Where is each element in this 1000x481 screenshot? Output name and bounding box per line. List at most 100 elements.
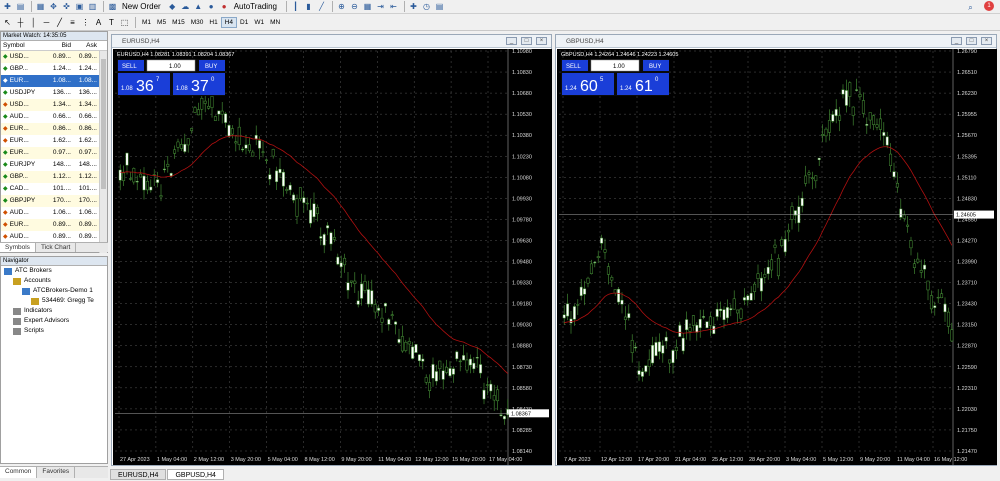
navigator-icon[interactable]: ✜ [61,1,72,12]
navigator-item[interactable]: Scripts [1,326,107,336]
market-icon[interactable]: ▲ [193,1,204,12]
market-watch-icon[interactable]: ▦ [35,1,46,12]
timeframe-h1[interactable]: H1 [206,17,220,28]
col-ask[interactable]: Ask [71,41,99,50]
market-watch-scrollbar[interactable] [99,51,107,253]
navigator-item[interactable]: ATC Brokers [1,266,107,276]
notification-badge[interactable]: 1 [984,1,994,11]
tile-windows-icon[interactable]: ▦ [362,1,373,12]
close-icon[interactable]: × [536,37,547,45]
fibonacci-icon[interactable]: ⋮ [80,17,91,28]
candle-body [868,112,872,121]
tab-tick-chart[interactable]: Tick Chart [36,243,77,252]
indicators-icon[interactable]: ✚ [408,1,419,12]
tab-gbpusd[interactable]: GBPUSD,H4 [167,469,224,480]
minimize-icon[interactable]: _ [506,37,517,45]
market-watch-row[interactable]: ◆ USD... 1.34... 1.34... [1,99,107,111]
timeframe-m5[interactable]: M5 [154,17,169,28]
col-symbol[interactable]: Symbol [1,41,45,50]
market-watch-row[interactable]: ◆ EURJPY 148.... 148.... [1,159,107,171]
market-watch-row[interactable]: ◆ USD... 0.89... 0.89... [1,51,107,63]
timeframe-mn[interactable]: MN [267,17,283,28]
navigator-item[interactable]: Accounts [1,276,107,286]
market-watch-row[interactable]: ◆ GBPJPY 170.... 170.... [1,195,107,207]
timeframe-m1[interactable]: M1 [139,17,154,28]
candle-body [950,329,954,342]
market-watch-row[interactable]: ◆ GBP... 1.12... 1.12... [1,171,107,183]
text-icon[interactable]: A [93,17,104,28]
market-watch-row[interactable]: ◆ AUD... 0.66... 0.66... [1,111,107,123]
periods-icon[interactable]: ◷ [421,1,432,12]
scrollbar-thumb[interactable] [101,59,106,189]
templates-icon[interactable]: ▤ [434,1,445,12]
tab-eurusd[interactable]: EURUSD,H4 [110,469,167,480]
autoscroll-icon[interactable]: ⇥ [375,1,386,12]
autotrading-icon[interactable]: ● [219,1,230,12]
zoom-out-icon[interactable]: ⊖ [349,1,360,12]
tab-favorites[interactable]: Favorites [37,467,76,478]
timeframe-d1[interactable]: D1 [237,17,251,28]
horizontal-line-icon[interactable]: ─ [41,17,52,28]
market-watch-row[interactable]: ◆ USDJPY 136.... 136.... [1,87,107,99]
channel-icon[interactable]: ≡ [67,17,78,28]
chart-window-gbpusd[interactable]: GBPUSD,H4 _ □ × 1.26790 1.26510 1.26230 1.259… [555,34,997,466]
signals-icon[interactable]: ☁ [180,1,191,12]
market-watch-row[interactable]: ◆ CAD... 101.... 101.... [1,183,107,195]
trendline-icon[interactable]: ╱ [54,17,65,28]
market-watch-row[interactable]: ◆ AUD... 0.89... 0.89... [1,231,107,242]
navigator-item[interactable]: ATCBrokers-Demo 1 [1,286,107,296]
cursor-icon[interactable]: ↖ [2,17,13,28]
new-chart-icon[interactable]: ✚ [2,1,13,12]
bar-chart-icon[interactable]: ┃ [290,1,301,12]
market-watch-row[interactable]: ◆ EUR... 0.97... 0.97... [1,147,107,159]
timeframe-h4[interactable]: H4 [220,16,237,28]
x-tick-label: 12 Apr 12:00 [601,457,632,463]
search-icon[interactable]: ⌕ [965,2,976,13]
navigator-item[interactable]: 534469: Gregg Te [1,296,107,306]
maximize-icon[interactable]: □ [521,37,532,45]
shapes-icon[interactable]: ⬚ [119,17,130,28]
market-watch-row[interactable]: ◆ EUR... 0.89... 0.89... [1,219,107,231]
close-icon[interactable]: × [981,37,992,45]
vps-icon[interactable]: ● [206,1,217,12]
navigator-item[interactable]: Indicators [1,306,107,316]
line-chart-icon[interactable]: ╱ [316,1,327,12]
data-window-icon[interactable]: ✥ [48,1,59,12]
chart-plot-gbpusd[interactable]: 1.26790 1.26510 1.26230 1.25955 1.25670 1.253… [557,49,997,465]
timeframe-m15[interactable]: M15 [169,17,188,28]
tester-icon[interactable]: ▥ [87,1,98,12]
new-order-icon[interactable]: ▩ [107,1,118,12]
symbol-name: AUD... [9,209,29,216]
crosshair-icon[interactable]: ┼ [15,17,26,28]
minimize-icon[interactable]: _ [951,37,962,45]
market-watch-row[interactable]: ◆ EUR... 0.86... 0.86... [1,123,107,135]
terminal-icon[interactable]: ▣ [74,1,85,12]
vertical-line-icon[interactable]: │ [28,17,39,28]
navigator-item[interactable]: Expert Advisors [1,316,107,326]
market-watch-row[interactable]: ◆ GBP... 1.24... 1.24... [1,63,107,75]
candlestick-icon[interactable]: ▮ [303,1,314,12]
zoom-in-icon[interactable]: ⊕ [336,1,347,12]
timeframe-m30[interactable]: M30 [188,17,207,28]
candle-body [610,277,614,281]
autotrading-button[interactable]: AutoTrading [234,2,277,11]
profiles-icon[interactable]: ▤ [15,1,26,12]
tab-common[interactable]: Common [0,467,38,478]
col-bid[interactable]: Bid [45,41,71,50]
chart-window-eurusd[interactable]: EURUSD,H4 _ □ × 1.10980 1.10830 1.10680 1.105… [111,34,552,466]
tab-symbols[interactable]: Symbols [0,243,36,252]
candle-body [637,370,641,375]
market-watch-row[interactable]: ◆ EUR... 1.08... 1.08... [1,75,107,87]
accounts-icon [13,277,21,285]
text-label-icon[interactable]: T [106,17,117,28]
metaeditor-icon[interactable]: ◆ [167,1,178,12]
candle-body [603,249,607,253]
new-order-button[interactable]: New Order [122,2,161,11]
timeframe-w1[interactable]: W1 [251,17,267,28]
market-watch-row[interactable]: ◆ AUD... 1.06... 1.06... [1,207,107,219]
chart-shift-icon[interactable]: ⇤ [388,1,399,12]
market-watch-row[interactable]: ◆ EUR... 1.62... 1.62... [1,135,107,147]
chart-plot-eurusd[interactable]: 1.10980 1.10830 1.10680 1.10530 1.10380 1.102… [113,49,552,465]
maximize-icon[interactable]: □ [966,37,977,45]
candle-body [800,197,804,207]
